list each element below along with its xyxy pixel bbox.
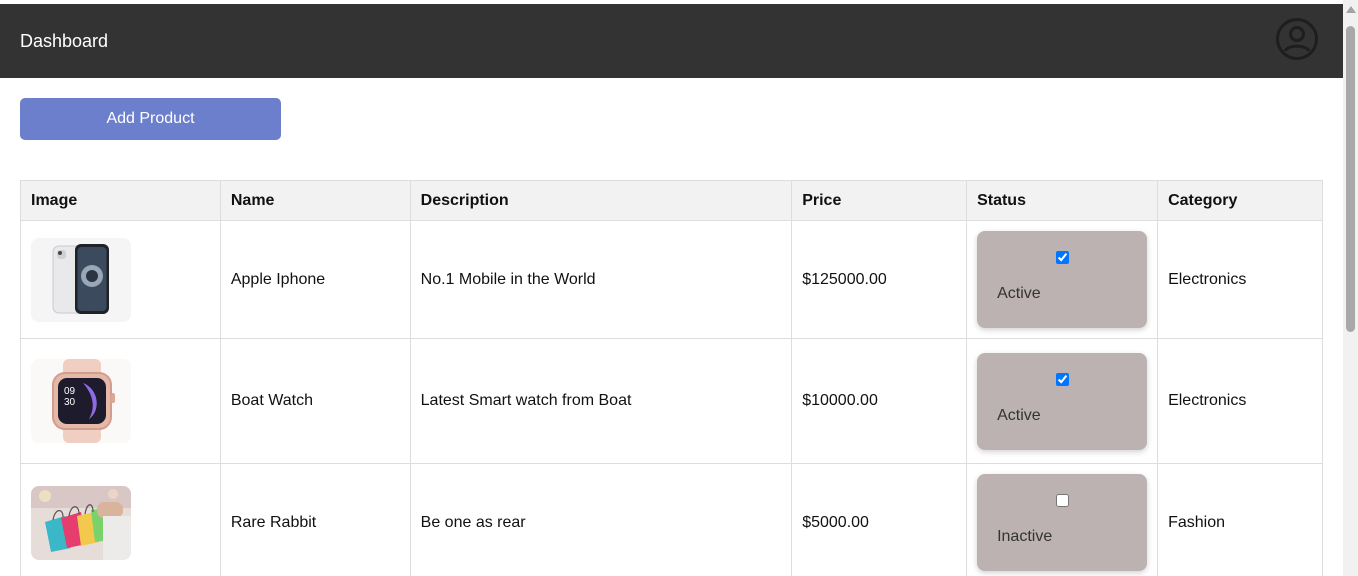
status-checkbox[interactable] — [1056, 251, 1070, 264]
boat-watch-image: 09 30 — [31, 359, 131, 443]
vertical-scrollbar[interactable] — [1343, 0, 1358, 576]
product-description: Latest Smart watch from Boat — [409, 338, 793, 464]
product-name: Apple Iphone — [219, 220, 411, 339]
status-card: Active — [977, 352, 1148, 450]
products-table: Image Name Description Price Status Cate… — [20, 180, 1323, 576]
status-label: Active — [997, 285, 1041, 302]
image-cell — [20, 463, 221, 576]
product-description: No.1 Mobile in the World — [409, 220, 793, 339]
apple-iphone-image — [31, 237, 131, 322]
svg-text:09: 09 — [64, 386, 76, 397]
shopping-bags-image — [31, 485, 131, 560]
top-bar: Dashboard — [0, 4, 1343, 78]
column-header-name: Name — [219, 180, 411, 221]
status-label: Inactive — [997, 528, 1053, 545]
svg-text:30: 30 — [64, 397, 76, 408]
table-row: 09 30 Boat Watch Latest Smart watch from… — [20, 338, 1323, 464]
status-card: Inactive — [977, 474, 1148, 571]
product-description: Be one as rear — [409, 463, 793, 576]
product-name: Boat Watch — [219, 338, 411, 464]
status-label: Active — [997, 406, 1041, 424]
status-checkbox[interactable] — [1056, 494, 1070, 507]
image-cell: 09 30 — [20, 338, 221, 464]
column-header-status: Status — [966, 180, 1159, 221]
status-card: Active — [977, 231, 1148, 328]
table-row: Apple Iphone No.1 Mobile in the World $1… — [20, 220, 1323, 339]
scrollbar-thumb[interactable] — [1346, 26, 1355, 332]
column-header-category: Category — [1157, 180, 1323, 221]
product-category: Fashion — [1157, 463, 1323, 576]
status-checkbox[interactable] — [1056, 372, 1070, 386]
add-product-button[interactable]: Add Product — [20, 98, 281, 140]
product-name: Rare Rabbit — [219, 463, 411, 576]
table-row: Rare Rabbit Be one as rear $5000.00 Inac… — [20, 463, 1323, 576]
page-title: Dashboard — [20, 30, 109, 51]
product-category: Electronics — [1157, 220, 1323, 339]
column-header-price: Price — [791, 180, 968, 221]
account-circle-icon[interactable] — [1275, 18, 1319, 61]
column-header-image: Image — [20, 180, 221, 221]
image-cell — [20, 220, 221, 339]
product-price: $10000.00 — [791, 338, 968, 464]
scroll-up-arrow-icon[interactable] — [1346, 6, 1356, 13]
table-header-row: Image Name Description Price Status Cate… — [20, 180, 1323, 221]
status-cell: Active — [966, 220, 1159, 339]
status-cell: Inactive — [966, 463, 1159, 576]
product-price: $125000.00 — [791, 220, 968, 339]
status-cell: Active — [966, 338, 1159, 464]
column-header-description: Description — [409, 180, 793, 221]
product-price: $5000.00 — [791, 463, 968, 576]
product-category: Electronics — [1157, 338, 1323, 464]
